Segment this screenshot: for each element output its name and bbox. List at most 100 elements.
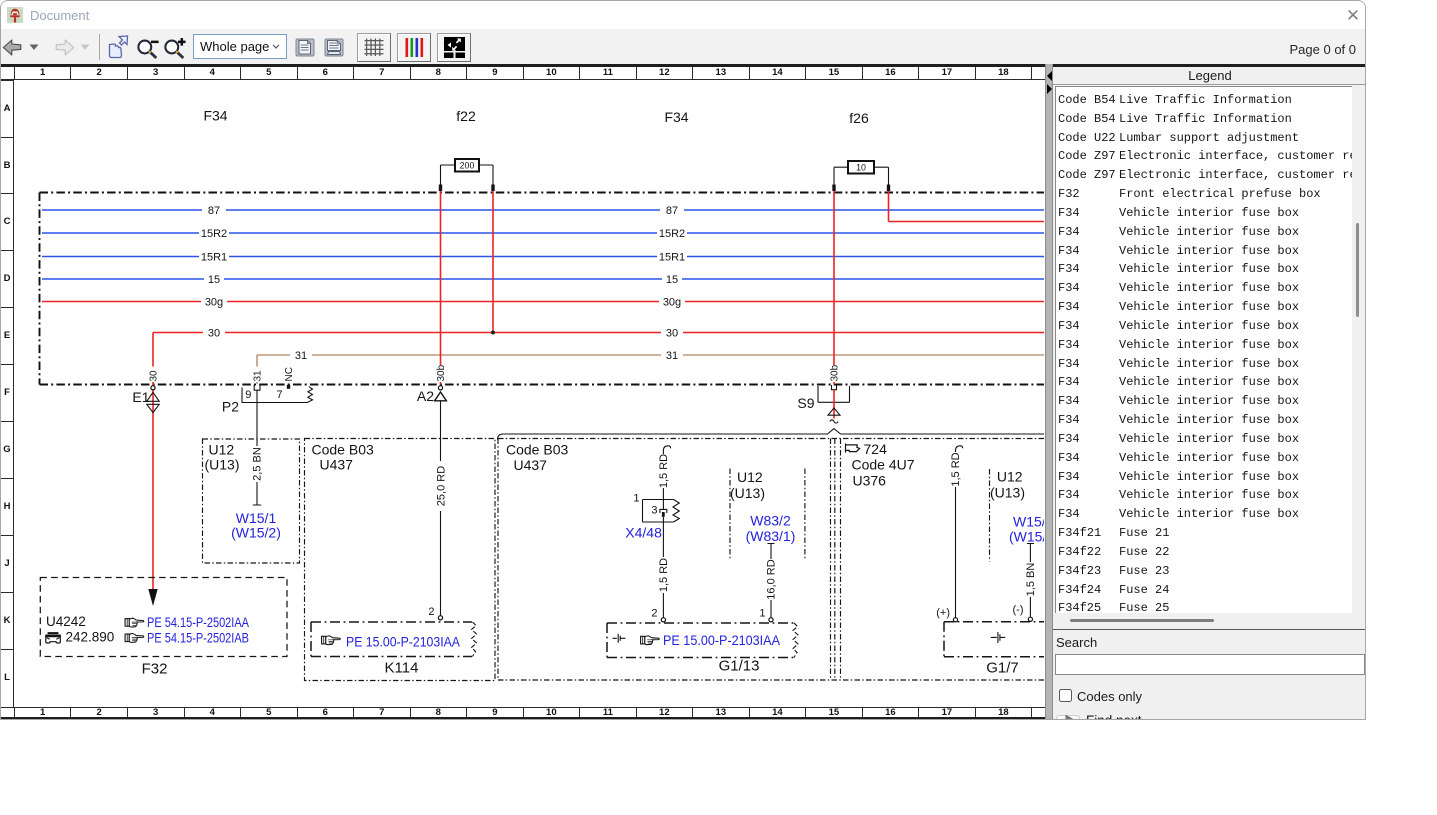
legend-entry-desc: Live Traffic Information bbox=[1119, 91, 1292, 110]
u12a-l2-label: (U13) bbox=[205, 457, 240, 473]
legend-entry-code: F34 bbox=[1058, 317, 1080, 336]
legend-entry[interactable]: F34Vehicle interior fuse box bbox=[1056, 279, 1352, 298]
legend-entry[interactable]: F34Vehicle interior fuse box bbox=[1056, 486, 1352, 505]
panel-splitter[interactable] bbox=[1045, 64, 1053, 720]
pin-30b-label: 30b bbox=[436, 364, 447, 381]
bus-w15r2-label: 15R2 bbox=[659, 228, 685, 240]
legend-entry[interactable]: F34Vehicle interior fuse box bbox=[1056, 260, 1352, 279]
legend-header: Legend bbox=[1053, 67, 1366, 85]
legend-entry[interactable]: F34Vehicle interior fuse box bbox=[1056, 468, 1352, 487]
legend-entry-code: F34 bbox=[1058, 260, 1080, 279]
vertical-scroll-thumb[interactable] bbox=[1356, 223, 1359, 317]
legend-entry[interactable]: Code Z97Electronic interface, customer r… bbox=[1056, 147, 1352, 166]
legend-list[interactable]: Code B54Live Traffic Information Code B5… bbox=[1055, 86, 1352, 613]
legend-entry[interactable]: F34Vehicle interior fuse box bbox=[1056, 373, 1352, 392]
w83-link[interactable]: W83/2 bbox=[750, 513, 791, 529]
a2-label: A2 bbox=[417, 388, 434, 404]
wire-size-16-0rd: 16,0 RD bbox=[766, 559, 778, 599]
w83-link2[interactable]: (W83/1) bbox=[746, 528, 796, 544]
codeb03a-l2-label: U437 bbox=[320, 457, 354, 473]
u12b-l1-label: U12 bbox=[737, 469, 763, 485]
component-x448: 1,5 RD 1 3 X4/48 1,5 RD bbox=[625, 446, 679, 618]
f32-code: U4242 bbox=[46, 614, 86, 629]
legend-entry-code: F34 bbox=[1058, 355, 1080, 374]
legend-vertical-scrollbar[interactable] bbox=[1352, 86, 1366, 613]
codeb03b-l2-label: U437 bbox=[514, 457, 548, 473]
legend-entry[interactable]: F34 Vehicle interior fuse box bbox=[1056, 242, 1352, 261]
legend-entry-code: F34 bbox=[1058, 336, 1080, 355]
pin-2-g113: 2 bbox=[651, 608, 657, 620]
screen: { "window": { "title": "Document", "clos… bbox=[0, 0, 1437, 815]
pointing-hand-icon bbox=[125, 634, 144, 643]
codeb03a-l1-label: Code B03 bbox=[312, 442, 374, 458]
collapse-left-icon[interactable] bbox=[1047, 71, 1052, 81]
w15b-link[interactable]: W15/1 bbox=[1013, 514, 1045, 530]
legend-entry[interactable]: Code U22Lumbar support adjustment bbox=[1056, 129, 1352, 148]
legend-entry-desc: Lumbar support adjustment bbox=[1119, 129, 1299, 148]
wiring-diagram: text{font-family:"Liberation Sans",sans-… bbox=[1, 1, 1045, 720]
g17-label: G1/7 bbox=[986, 660, 1019, 677]
k114-pe-link[interactable]: PE 15.00-P-2103IAA bbox=[346, 634, 461, 650]
legend-entry-code: Code Z97 bbox=[1058, 147, 1116, 166]
legend-entry[interactable]: F34f24Fuse 24 bbox=[1056, 581, 1352, 600]
legend-entry[interactable]: F34 Vehicle interior fuse box bbox=[1056, 317, 1352, 336]
legend-entry[interactable]: F34Vehicle interior fuse box bbox=[1056, 336, 1352, 355]
legend-entry[interactable]: F34Vehicle interior fuse box bbox=[1056, 392, 1352, 411]
search-input[interactable] bbox=[1055, 654, 1365, 675]
legend-entry-desc: Vehicle interior fuse box bbox=[1119, 468, 1299, 487]
legend-entry-desc: Vehicle interior fuse box bbox=[1119, 317, 1299, 336]
legend-entry[interactable]: Code Z97Electronic interface, customer r… bbox=[1056, 166, 1352, 185]
close-icon[interactable]: ✕ bbox=[1342, 5, 1364, 27]
legend-entry[interactable]: F34 Vehicle interior fuse box bbox=[1056, 223, 1352, 242]
legend-entry-code: F34 bbox=[1058, 242, 1080, 261]
ground-s9: 30b S9 bbox=[797, 364, 849, 423]
w15-link2[interactable]: (W15/2) bbox=[231, 525, 281, 541]
legend-entry[interactable]: F34f25Fuse 25 bbox=[1056, 599, 1352, 613]
u376-flag-label: 724 bbox=[864, 441, 888, 457]
bus-w30-label: 30 bbox=[208, 327, 220, 339]
w15b-link2[interactable]: (W15/2) bbox=[1009, 529, 1045, 545]
component-g17: G1/7 bbox=[944, 622, 1044, 677]
legend-entry[interactable]: F34Vehicle interior fuse box bbox=[1056, 430, 1352, 449]
expand-right-icon[interactable] bbox=[1047, 84, 1052, 94]
legend-entry[interactable]: F32Front electrical prefuse box bbox=[1056, 185, 1352, 204]
legend-entry-desc: Vehicle interior fuse box bbox=[1119, 242, 1299, 261]
pin-1-x448: 1 bbox=[633, 493, 639, 505]
legend-horizontal-scrollbar[interactable] bbox=[1055, 613, 1352, 628]
legend-entry[interactable]: F34 Vehicle interior fuse box bbox=[1056, 355, 1352, 374]
car-icon bbox=[45, 633, 61, 643]
legend-entry-desc: Fuse 22 bbox=[1119, 543, 1169, 562]
legend-entry[interactable]: F34Vehicle interior fuse box bbox=[1056, 505, 1352, 524]
legend-entry-desc: Vehicle interior fuse box bbox=[1119, 355, 1299, 374]
bus-w15r1-label: 15R1 bbox=[201, 251, 227, 263]
legend-entry[interactable]: F34f23Fuse 23 bbox=[1056, 562, 1352, 581]
f32-pe-link1[interactable]: PE 54.15-P-2502IAA bbox=[147, 614, 250, 630]
legend-entry[interactable]: F34f21Fuse 21 bbox=[1056, 524, 1352, 543]
legend-entry[interactable]: F34f22Fuse 22 bbox=[1056, 543, 1352, 562]
bus-w15r2-label: 15R2 bbox=[201, 228, 227, 240]
f32-pe-link2[interactable]: PE 54.15-P-2502IAB bbox=[147, 629, 249, 645]
horizontal-scroll-thumb[interactable] bbox=[1070, 619, 1214, 623]
legend-entry-code: F34 bbox=[1058, 204, 1080, 223]
legend-entry-desc: Fuse 21 bbox=[1119, 524, 1169, 543]
legend-entry-code: F34 bbox=[1058, 223, 1080, 242]
codes-only-checkbox[interactable] bbox=[1059, 689, 1072, 702]
legend-entry[interactable]: Code B54Live Traffic Information bbox=[1056, 91, 1352, 110]
wire-size-1-5bn: 1,5 BN bbox=[1025, 563, 1037, 597]
legend-entry-desc: Vehicle interior fuse box bbox=[1119, 223, 1299, 242]
label-f26: f26 bbox=[849, 110, 869, 126]
page-status: Page 0 of 0 bbox=[1290, 42, 1357, 57]
document-window: Document ✕ bbox=[0, 0, 1366, 720]
legend-entry-desc: Vehicle interior fuse box bbox=[1119, 411, 1299, 430]
x448-link[interactable]: X4/48 bbox=[625, 525, 662, 541]
bus-w30g-label: 30g bbox=[663, 296, 681, 308]
legend-entry[interactable]: F34Vehicle interior fuse box bbox=[1056, 411, 1352, 430]
f32-variant: 242.890 bbox=[66, 630, 115, 645]
e1-label: E1 bbox=[132, 389, 149, 405]
legend-entry[interactable]: Code B54Live Traffic Information bbox=[1056, 110, 1352, 129]
legend-entry[interactable]: F34Vehicle interior fuse box bbox=[1056, 298, 1352, 317]
legend-entry[interactable]: F34Vehicle interior fuse box bbox=[1056, 204, 1352, 223]
g113-pe-link[interactable]: PE 15.00-P-2103IAA bbox=[663, 632, 781, 648]
find-next-button[interactable]: Find next bbox=[1053, 715, 1253, 720]
legend-entry[interactable]: F34Vehicle interior fuse box bbox=[1056, 449, 1352, 468]
